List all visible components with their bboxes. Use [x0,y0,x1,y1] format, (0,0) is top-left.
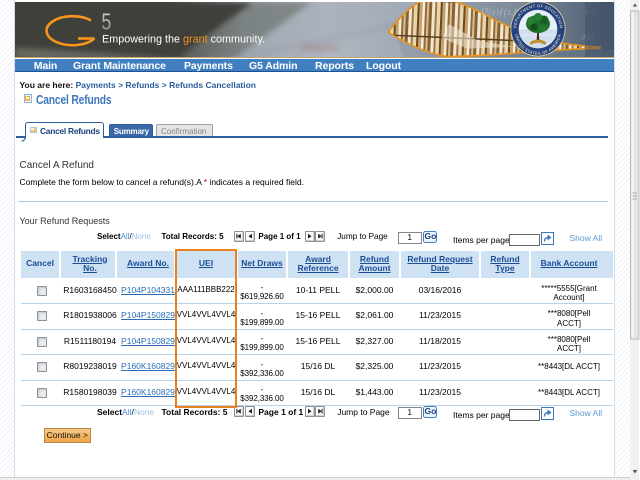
svg-text:Empowering the grant community: Empowering the grant community. [102,34,265,46]
svg-text:5: 5 [102,10,112,35]
